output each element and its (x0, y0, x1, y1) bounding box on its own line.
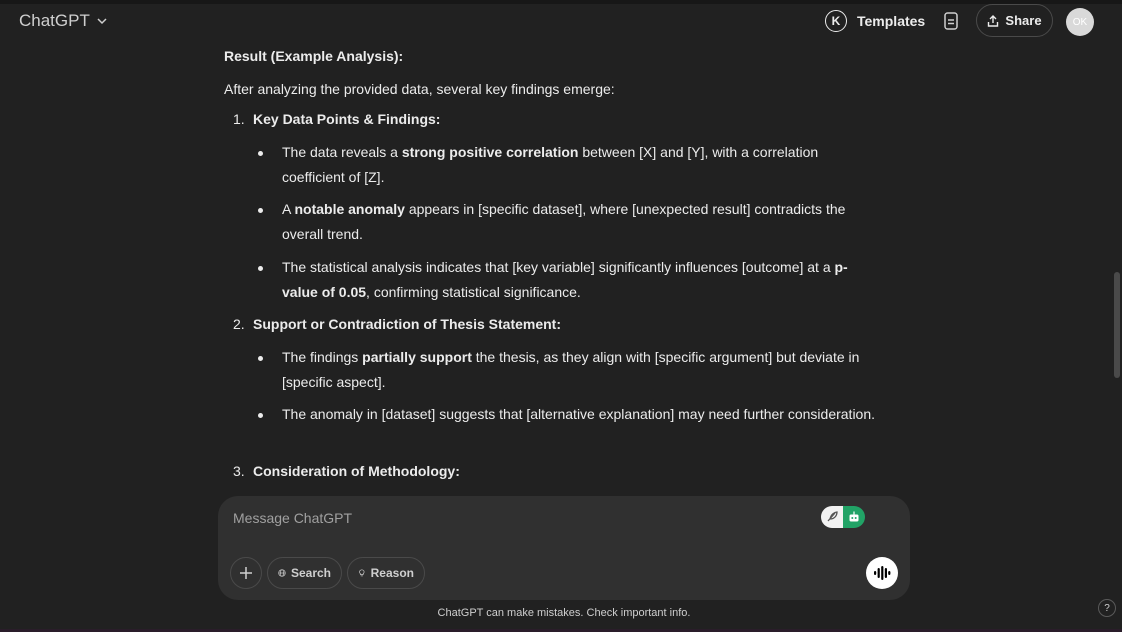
model-selector[interactable]: ChatGPT (19, 11, 108, 31)
lightbulb-icon (359, 569, 365, 577)
share-button[interactable]: Share (976, 4, 1053, 37)
bullet-dot (258, 151, 263, 156)
message-input[interactable] (233, 509, 793, 527)
bold-text: partially support (362, 349, 472, 365)
robot-extension-icon[interactable] (843, 506, 865, 528)
text-segment: A (282, 201, 295, 217)
list-item-title: Support or Contradiction of Thesis State… (253, 316, 562, 332)
templates-logo-icon: K (825, 10, 847, 32)
user-avatar[interactable]: OK (1066, 8, 1094, 36)
attach-button[interactable] (230, 557, 262, 589)
disclaimer-text: ChatGPT can make mistakes. Check importa… (437, 607, 691, 619)
search-button[interactable]: Search (267, 557, 342, 589)
list-item-number: 1. (233, 111, 245, 127)
top-header: ChatGPT K Templates Share OK (0, 0, 1122, 44)
list-item-heading: 2. Support or Contradiction of Thesis Sta… (233, 312, 561, 337)
reason-button[interactable]: Reason (347, 557, 425, 589)
templates-label: Templates (857, 13, 926, 29)
bullet-point: The findings partially support the thesi… (258, 345, 882, 395)
message-composer: Search Reason (218, 496, 910, 600)
scrollbar-thumb[interactable] (1114, 272, 1120, 378)
intro-paragraph: After analyzing the provided data, sever… (224, 81, 615, 97)
text-segment: The data reveals a (282, 144, 402, 160)
document-icon[interactable] (941, 11, 961, 31)
plus-icon (240, 567, 252, 579)
search-label: Search (290, 566, 331, 580)
bullet-point: A notable anomaly appears in [specific d… (258, 197, 882, 247)
list-item-number: 3. (233, 463, 245, 479)
list-item-title: Key Data Points & Findings: (253, 111, 441, 127)
bold-text: strong positive correlation (401, 144, 579, 160)
templates-button[interactable]: K Templates (825, 10, 925, 32)
bullet-point: The statistical analysis indicates that … (258, 255, 882, 305)
share-icon (988, 14, 999, 27)
feather-extension-icon[interactable] (821, 506, 843, 528)
waveform-icon (874, 566, 891, 580)
bullet-dot (258, 208, 263, 213)
list-item-heading: 3. Consideration of Methodology: (233, 459, 460, 484)
globe-icon (278, 569, 286, 577)
help-button[interactable]: ? (1098, 599, 1116, 617)
text-segment: , confirming statistical significance. (366, 284, 581, 300)
bullet-dot (258, 266, 263, 271)
bullet-dot (258, 413, 263, 418)
bullet-point: The anomaly in [dataset] suggests that [… (258, 402, 882, 427)
bullet-point: The data reveals a strong positive corre… (258, 140, 882, 190)
result-heading: Result (Example Analysis): (224, 48, 404, 64)
text-segment: The statistical analysis indicates that … (282, 259, 835, 275)
voice-mode-button[interactable] (866, 557, 898, 589)
bold-text: notable anomaly (294, 201, 405, 217)
text-segment: The findings (282, 349, 363, 365)
text-segment: The anomaly in [dataset] suggests that [… (282, 406, 876, 422)
reason-label: Reason (370, 566, 414, 580)
model-selector-label: ChatGPT (19, 11, 90, 30)
bullet-dot (258, 356, 263, 361)
list-item-number: 2. (233, 316, 245, 332)
list-item-heading: 1. Key Data Points & Findings: (233, 107, 440, 132)
share-label: Share (1005, 13, 1042, 28)
chevron-down-icon (97, 18, 107, 25)
list-item-title: Consideration of Methodology: (253, 463, 460, 479)
extension-icons[interactable] (821, 506, 865, 528)
